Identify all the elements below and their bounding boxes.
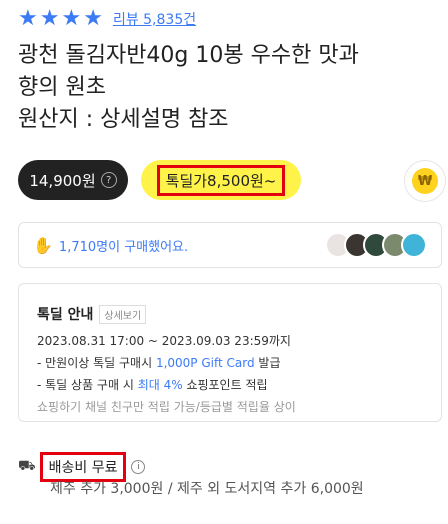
product-title-line-2: 향의 원초 (18, 75, 106, 100)
point-highlight: 최대 4% (137, 378, 183, 392)
buyer-avatars (325, 232, 427, 258)
deal-info-header: 톡딜 안내 상세보기 (37, 304, 423, 324)
point-line: - 톡딜 상품 구매 시 최대 4% 쇼핑포인트 적립 (37, 374, 423, 396)
point-line-prefix: - 톡딜 상품 구매 시 (37, 378, 138, 392)
regular-price: 14,900원 (29, 171, 96, 190)
shipping-note: 제주 추가 3,000원 / 제주 외 도서지역 추가 6,000원 (50, 481, 364, 497)
deal-period: 2023.08.31 17:00 ~ 2023.09.03 23:59까지 (37, 334, 291, 348)
star-icon: ★ (39, 6, 60, 31)
buyers-count-text: 1,710명이 구매했어요. (58, 239, 189, 255)
deal-price-label: 톡딜가8,500원~ (156, 164, 286, 196)
info-icon[interactable]: i (131, 460, 146, 474)
deal-price-button[interactable]: 톡딜가8,500원~ (141, 160, 301, 200)
product-title-line-3: 원산지 : 상세설명 참조 (18, 107, 229, 132)
star-icon: ★ (61, 6, 82, 31)
point-line-suffix: 쇼핑포인트 적립 (182, 378, 268, 392)
coin-button[interactable]: ₩ (404, 160, 446, 202)
gift-card-line-prefix: - 만원이상 톡딜 구매시 (37, 356, 156, 370)
detail-button[interactable]: 상세보기 (99, 304, 147, 324)
gift-card-line-suffix: 발급 (254, 356, 281, 370)
deal-info-box: 톡딜 안내 상세보기 2023.08.31 17:00 ~ 2023.09.03… (18, 283, 442, 422)
star-icon: ★ (18, 6, 38, 31)
truck-icon: ⛟ (18, 458, 36, 474)
hand-icon: ✋ (33, 235, 53, 255)
avatar (401, 232, 427, 258)
gift-card-highlight: 1,000P Gift Card (155, 356, 255, 370)
gift-card-line: - 만원이상 톡딜 구매시 1,000P Gift Card 발급 (37, 352, 423, 374)
rating-row: ★ ★ ★ ★ 리뷰 5,835건 (18, 8, 196, 30)
product-title-line-1: 광천 돌김자반40g 10봉 우수한 맛과 (18, 43, 359, 68)
review-count-link[interactable]: 리뷰 5,835건 (113, 9, 196, 29)
deal-info-title: 톡딜 안내 (37, 307, 94, 323)
regular-price-button[interactable]: 14,900원 ? (18, 160, 128, 200)
won-coin-icon: ₩ (412, 168, 438, 194)
rating-stars: ★ ★ ★ ★ (18, 8, 103, 30)
buyers-banner: ✋ 1,710명이 구매했어요. (18, 222, 442, 268)
question-icon[interactable]: ? (100, 172, 117, 188)
deal-note: 쇼핑하기 채널 친구만 적립 가능/등급별 적립율 상이 (37, 400, 296, 414)
product-title: 광천 돌김자반40g 10봉 우수한 맛과 향의 원초 원산지 : 상세설명 참… (18, 40, 438, 136)
star-icon: ★ (83, 6, 103, 31)
